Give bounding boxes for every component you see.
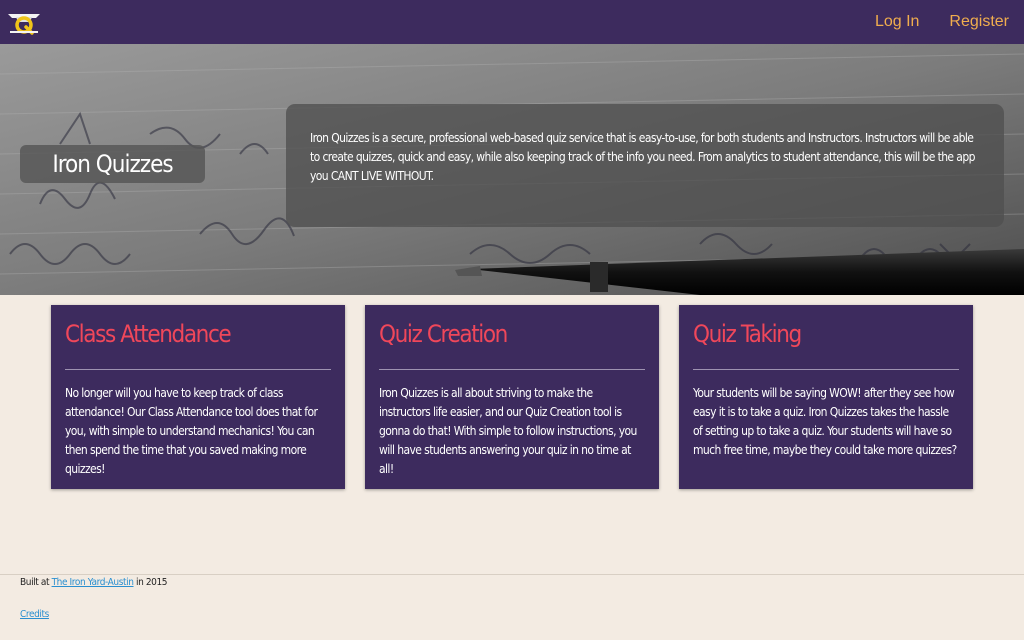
iron-yard-link[interactable]: The Iron Yard-Austin [52, 577, 134, 588]
feature-card-class-attendance: Class Attendance No longer will you have… [51, 305, 345, 489]
hero-title: Iron Quizzes [52, 150, 173, 178]
hero-description-box: Iron Quizzes is a secure, professional w… [286, 104, 1004, 227]
card-divider [379, 369, 645, 370]
footer-built-suffix: in 2015 [133, 577, 168, 588]
footer-built-at: Built at The Iron Yard-Austin in 2015 [20, 577, 168, 588]
feature-card-quiz-taking: Quiz Taking Your students will be saying… [679, 305, 973, 489]
footer-credits: Credits [20, 609, 49, 620]
hero-description: Iron Quizzes is a secure, professional w… [310, 131, 975, 183]
card-text: Your students will be saying WOW! after … [693, 386, 957, 457]
top-navbar: Log In Register [0, 0, 1024, 44]
card-text: Iron Quizzes is all about striving to ma… [379, 386, 637, 476]
feature-card-quiz-creation: Quiz Creation Iron Quizzes is all about … [365, 305, 659, 489]
credits-link[interactable]: Credits [20, 609, 49, 620]
register-link[interactable]: Register [949, 13, 1009, 31]
nav-links: Log In Register [845, 13, 1009, 31]
card-title: Class Attendance [65, 320, 232, 348]
footer-divider [0, 574, 1024, 575]
card-title: Quiz Taking [693, 320, 802, 348]
login-link[interactable]: Log In [875, 13, 919, 31]
card-title: Quiz Creation [379, 320, 508, 348]
card-divider [693, 369, 959, 370]
hero-banner: Iron Quizzes Iron Quizzes is a secure, p… [0, 44, 1024, 295]
hero-title-box: Iron Quizzes [20, 145, 205, 183]
iron-q-logo-icon[interactable] [6, 8, 42, 36]
card-divider [65, 369, 331, 370]
footer-built-prefix: Built at [20, 577, 52, 588]
card-text: No longer will you have to keep track of… [65, 386, 318, 476]
